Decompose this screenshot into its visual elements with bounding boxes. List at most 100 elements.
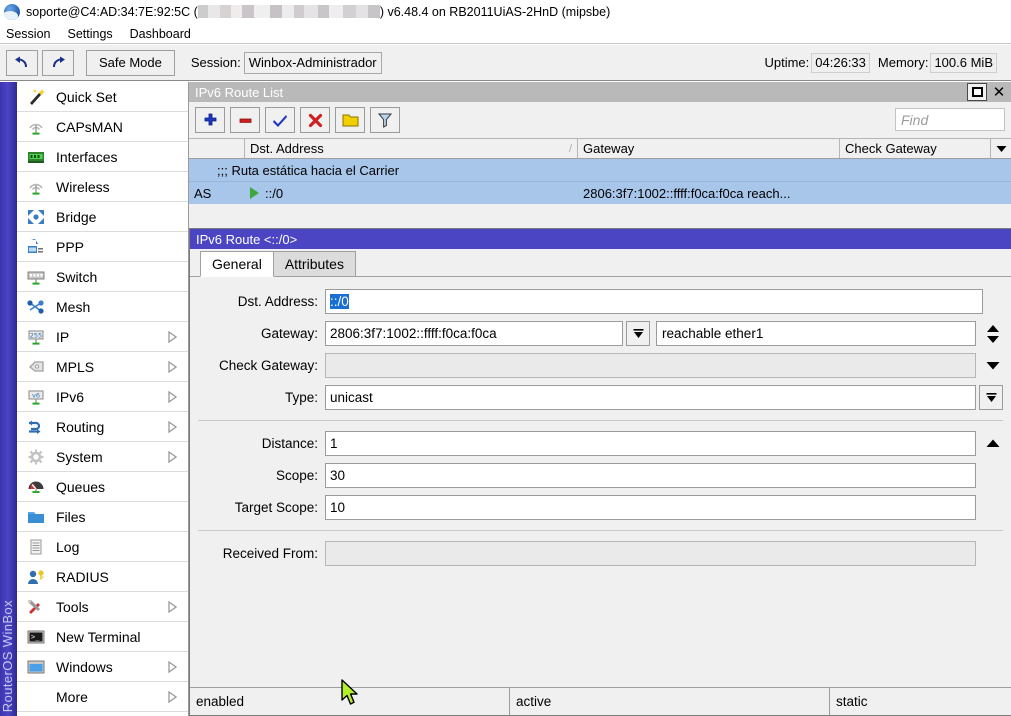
type-input[interactable]: unicast bbox=[325, 385, 976, 410]
sidebar-item-bridge[interactable]: Bridge bbox=[17, 202, 188, 232]
field-row-scope: Scope: 30 bbox=[190, 463, 1011, 488]
scope-label: Scope: bbox=[190, 468, 325, 483]
field-row-received-from: Received From: bbox=[190, 541, 1011, 566]
menu-dashboard[interactable]: Dashboard bbox=[130, 27, 200, 41]
session-label: Session: bbox=[191, 55, 241, 70]
column-header-flags[interactable] bbox=[189, 139, 245, 158]
column-header-gateway[interactable]: Gateway bbox=[578, 139, 840, 158]
sidebar-item-wireless[interactable]: Wireless bbox=[17, 172, 188, 202]
sidebar-item-label: Windows bbox=[56, 659, 168, 675]
sidebar-item-tools[interactable]: Tools bbox=[17, 592, 188, 622]
find-input[interactable]: Find bbox=[895, 108, 1005, 131]
table-row[interactable]: AS ::/0 2806:3f7:1002::ffff:f0ca:f0ca re… bbox=[189, 182, 1011, 204]
window-title-prefix: soporte@C4:AD:34:7E:92:5C ( bbox=[26, 5, 198, 19]
svg-text:255: 255 bbox=[30, 331, 42, 339]
route-comment-row[interactable]: ;;; Ruta estática hacia el Carrier bbox=[189, 159, 1011, 182]
sidebar-item-label: Routing bbox=[56, 419, 168, 435]
gateway-updown-button[interactable] bbox=[983, 324, 1003, 344]
sidebar-item-label: Bridge bbox=[56, 209, 188, 225]
target-scope-label: Target Scope: bbox=[190, 500, 325, 515]
enable-button[interactable] bbox=[265, 107, 295, 133]
sidebar-item-queues[interactable]: Queues bbox=[17, 472, 188, 502]
redo-arrow-icon[interactable] bbox=[42, 50, 74, 76]
dialog-tabs: General Attributes bbox=[190, 249, 1011, 277]
type-dropdown-button[interactable] bbox=[979, 385, 1003, 410]
sidebar-brand-label: RouterOS WinBox bbox=[0, 600, 17, 712]
column-header-check-gateway[interactable]: Check Gateway bbox=[840, 139, 991, 158]
gateway-dropdown-button[interactable] bbox=[626, 321, 650, 346]
disable-button[interactable] bbox=[300, 107, 330, 133]
menu-settings[interactable]: Settings bbox=[67, 27, 121, 41]
sidebar-item-log[interactable]: Log bbox=[17, 532, 188, 562]
distance-input[interactable]: 1 bbox=[325, 431, 976, 456]
check-gateway-input[interactable] bbox=[325, 353, 976, 378]
maximize-glyph bbox=[972, 87, 983, 97]
main-toolbar: Safe Mode Session: Winbox-Administrador … bbox=[0, 45, 1011, 81]
sidebar-item-ip[interactable]: 255 IP bbox=[17, 322, 188, 352]
switch-icon bbox=[23, 266, 49, 288]
uptime-label: Uptime: bbox=[764, 55, 809, 70]
column-options-icon[interactable] bbox=[991, 139, 1011, 158]
check-gateway-label: Check Gateway: bbox=[190, 358, 325, 373]
sidebar-item-more[interactable]: More bbox=[17, 682, 188, 712]
session-value[interactable]: Winbox-Administrador bbox=[244, 52, 382, 74]
status-static: static bbox=[830, 688, 1011, 715]
comment-button[interactable] bbox=[335, 107, 365, 133]
tab-general[interactable]: General bbox=[200, 251, 274, 277]
sidebar-item-windows[interactable]: Windows bbox=[17, 652, 188, 682]
scope-input[interactable]: 30 bbox=[325, 463, 976, 488]
sidebar-item-capsman[interactable]: CAPsMAN bbox=[17, 112, 188, 142]
safe-mode-button[interactable]: Safe Mode bbox=[86, 50, 175, 76]
window-title-suffix: ) v6.48.4 on RB2011UiAS-2HnD (mipsbe) bbox=[380, 5, 610, 19]
sidebar-item-label: MPLS bbox=[56, 359, 168, 375]
sidebar-item-ipv6[interactable]: v6 IPv6 bbox=[17, 382, 188, 412]
chevron-right-icon bbox=[168, 421, 182, 433]
antenna-icon bbox=[23, 176, 49, 198]
check-gateway-dropdown-icon[interactable] bbox=[983, 361, 1003, 370]
sidebar-item-label: IP bbox=[56, 329, 168, 345]
filter-button[interactable] bbox=[370, 107, 400, 133]
sidebar-item-routing[interactable]: Routing bbox=[17, 412, 188, 442]
sidebar-item-mpls[interactable]: MPLS bbox=[17, 352, 188, 382]
sidebar-item-new-terminal[interactable]: >_ New Terminal bbox=[17, 622, 188, 652]
chevron-right-icon bbox=[168, 451, 182, 463]
add-button[interactable] bbox=[195, 107, 225, 133]
sidebar-item-system[interactable]: System bbox=[17, 442, 188, 472]
target-scope-input[interactable]: 10 bbox=[325, 495, 976, 520]
dialog-form: Dst. Address: ::/0 Gateway: 2806:3f7:100… bbox=[190, 277, 1011, 649]
column-header-dst-address-label: Dst. Address bbox=[250, 141, 324, 156]
chevron-right-icon bbox=[168, 361, 182, 373]
sidebar-item-switch[interactable]: Switch bbox=[17, 262, 188, 292]
maximize-icon[interactable] bbox=[967, 83, 987, 101]
sidebar-item-radius[interactable]: RADIUS bbox=[17, 562, 188, 592]
sidebar-item-quick-set[interactable]: Quick Set bbox=[17, 82, 188, 112]
dst-address-input[interactable]: ::/0 bbox=[325, 289, 983, 314]
close-icon[interactable]: ✕ bbox=[989, 83, 1009, 101]
route-list-toolbar: Find bbox=[189, 102, 1011, 138]
sidebar-item-mesh[interactable]: Mesh bbox=[17, 292, 188, 322]
sidebar-item-interfaces[interactable]: Interfaces bbox=[17, 142, 188, 172]
mpls-tag-icon bbox=[23, 356, 49, 378]
cell-gateway: 2806:3f7:1002::ffff:f0ca:f0ca reach... bbox=[578, 186, 840, 201]
remove-button[interactable] bbox=[230, 107, 260, 133]
bridge-arrows-icon bbox=[23, 206, 49, 228]
distance-spinner-icon[interactable] bbox=[983, 439, 1003, 448]
gateway-input[interactable]: 2806:3f7:1002::ffff:f0ca:f0ca bbox=[325, 321, 623, 346]
route-active-arrow-icon bbox=[250, 187, 259, 199]
undo-arrow-icon[interactable] bbox=[6, 50, 38, 76]
form-divider-1 bbox=[198, 420, 1003, 421]
user-key-icon bbox=[23, 566, 49, 588]
sidebar-item-label: Interfaces bbox=[56, 149, 188, 165]
sidebar-item-label: Queues bbox=[56, 479, 188, 495]
column-header-dst-address[interactable]: Dst. Address / bbox=[245, 139, 578, 158]
log-scroll-icon bbox=[23, 536, 49, 558]
menu-session[interactable]: Session bbox=[6, 27, 59, 41]
sidebar-item-files[interactable]: Files bbox=[17, 502, 188, 532]
mesh-nodes-icon bbox=[23, 296, 49, 318]
window-titlebar: soporte@C4:AD:34:7E:92:5C ( ) v6.48.4 on … bbox=[0, 0, 1011, 24]
winbox-globe-icon bbox=[4, 4, 20, 20]
sidebar-item-ppp[interactable]: PPP bbox=[17, 232, 188, 262]
tab-attributes[interactable]: Attributes bbox=[273, 251, 356, 276]
chevron-right-icon bbox=[168, 661, 182, 673]
chevron-right-icon bbox=[168, 601, 182, 613]
